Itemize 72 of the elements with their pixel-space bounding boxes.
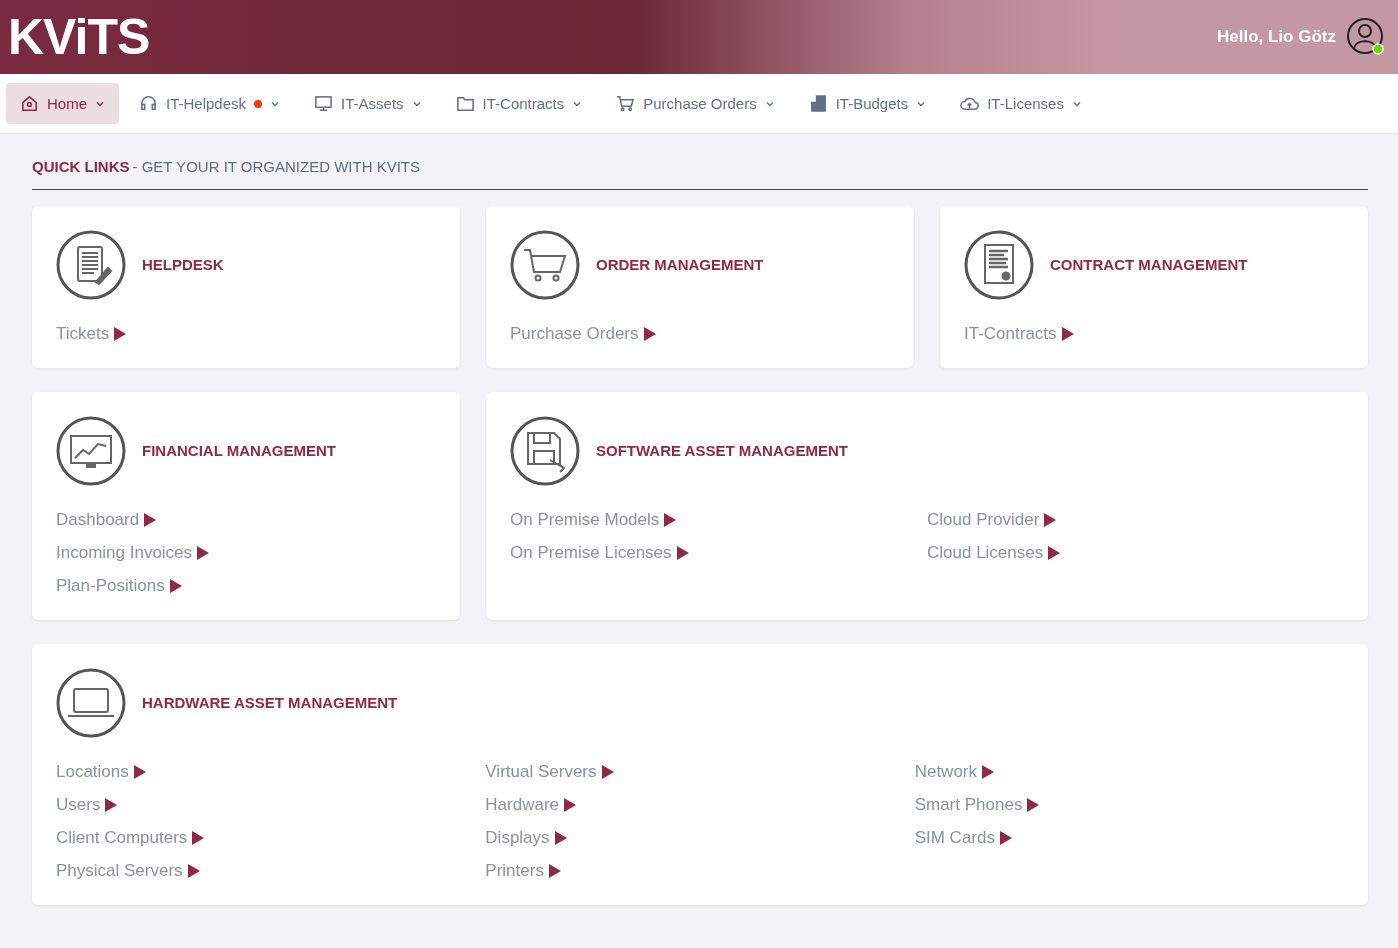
quick-link[interactable]: Virtual Servers xyxy=(485,762,614,782)
nav-tab[interactable]: Home xyxy=(6,83,119,124)
cart-icon xyxy=(616,94,636,113)
nav-tab[interactable]: IT-Helpdesk xyxy=(125,83,295,124)
quick-link[interactable]: Locations xyxy=(56,762,146,782)
nav-tab[interactable]: IT-Assets xyxy=(300,83,436,124)
quick-link[interactable]: Purchase Orders xyxy=(510,324,656,344)
triangle-right-icon xyxy=(1061,327,1074,341)
triangle-right-icon xyxy=(114,327,127,341)
nav-tab[interactable]: Purchase Orders xyxy=(602,83,789,124)
triangle-right-icon xyxy=(197,546,210,560)
folder-icon xyxy=(455,94,475,113)
card-title: FINANCIAL MANAGEMENT xyxy=(142,442,336,459)
user-greeting: Hello, Lio Götz xyxy=(1217,27,1336,47)
quick-link[interactable]: Hardware xyxy=(485,795,577,815)
monitor-icon xyxy=(314,94,334,113)
triangle-right-icon xyxy=(1044,513,1057,527)
nav-tab[interactable]: IT-Licenses xyxy=(946,83,1096,124)
card-title: SOFTWARE ASSET MANAGEMENT xyxy=(596,442,848,459)
card-title: HELPDESK xyxy=(142,256,224,273)
chart-icon xyxy=(56,416,126,486)
quick-link[interactable]: Printers xyxy=(485,861,561,881)
section-subtitle: - GET YOUR IT ORGANIZED WITH KVITS xyxy=(132,158,421,175)
triangle-right-icon xyxy=(169,579,182,593)
triangle-right-icon xyxy=(554,831,567,845)
nav-tab[interactable]: IT-Contracts xyxy=(441,83,597,124)
quick-link[interactable]: On Premise Models xyxy=(510,510,677,530)
quick-link[interactable]: Dashboard xyxy=(56,510,157,530)
quick-link[interactable]: On Premise Licenses xyxy=(510,543,689,563)
triangle-right-icon xyxy=(1027,798,1040,812)
building-icon xyxy=(808,94,828,113)
quick-link[interactable]: Cloud Provider xyxy=(927,510,1057,530)
nav-tab[interactable]: IT-Budgets xyxy=(794,83,941,124)
triangle-right-icon xyxy=(192,831,205,845)
triangle-right-icon xyxy=(982,765,994,779)
quick-link[interactable]: IT-Contracts xyxy=(964,324,1074,344)
floppy-icon xyxy=(510,416,580,486)
user-avatar-icon[interactable] xyxy=(1346,17,1386,57)
cart-icon xyxy=(510,230,580,300)
document-icon xyxy=(56,230,126,300)
quick-link[interactable]: Plan-Positions xyxy=(56,576,182,596)
quick-link[interactable]: Physical Servers xyxy=(56,861,200,881)
laptop-icon xyxy=(56,668,126,738)
quick-link[interactable]: Smart Phones xyxy=(914,795,1040,815)
card-title: HARDWARE ASSET MANAGEMENT xyxy=(142,694,398,711)
triangle-right-icon xyxy=(548,864,561,878)
quick-link[interactable]: Incoming Invoices xyxy=(56,543,210,563)
card-title: ORDER MANAGEMENT xyxy=(596,256,764,273)
triangle-right-icon xyxy=(643,327,656,341)
home-icon xyxy=(20,94,39,113)
triangle-right-icon xyxy=(1048,546,1061,560)
triangle-right-icon xyxy=(564,798,577,812)
quick-link[interactable]: Cloud Licenses xyxy=(927,543,1061,563)
triangle-right-icon xyxy=(601,765,614,779)
quick-link[interactable]: SIM Cards xyxy=(914,828,1012,848)
triangle-right-icon xyxy=(133,765,146,779)
triangle-right-icon xyxy=(105,798,118,812)
section-title: QUICK LINKS xyxy=(32,158,130,175)
triangle-right-icon xyxy=(187,864,200,878)
headset-icon xyxy=(139,94,158,113)
triangle-right-icon xyxy=(676,546,689,560)
triangle-right-icon xyxy=(664,513,677,527)
quick-link[interactable]: Displays xyxy=(485,828,567,848)
quick-link[interactable]: Network xyxy=(914,762,994,782)
card-title: CONTRACT MANAGEMENT xyxy=(1050,256,1248,273)
triangle-right-icon xyxy=(144,513,157,527)
quick-link[interactable]: Users xyxy=(56,795,118,815)
certificate-icon xyxy=(964,230,1034,300)
logo[interactable]: KViTS xyxy=(8,8,150,66)
quick-link[interactable]: Tickets xyxy=(56,324,127,344)
quick-link[interactable]: Client Computers xyxy=(56,828,205,848)
triangle-right-icon xyxy=(999,831,1012,845)
